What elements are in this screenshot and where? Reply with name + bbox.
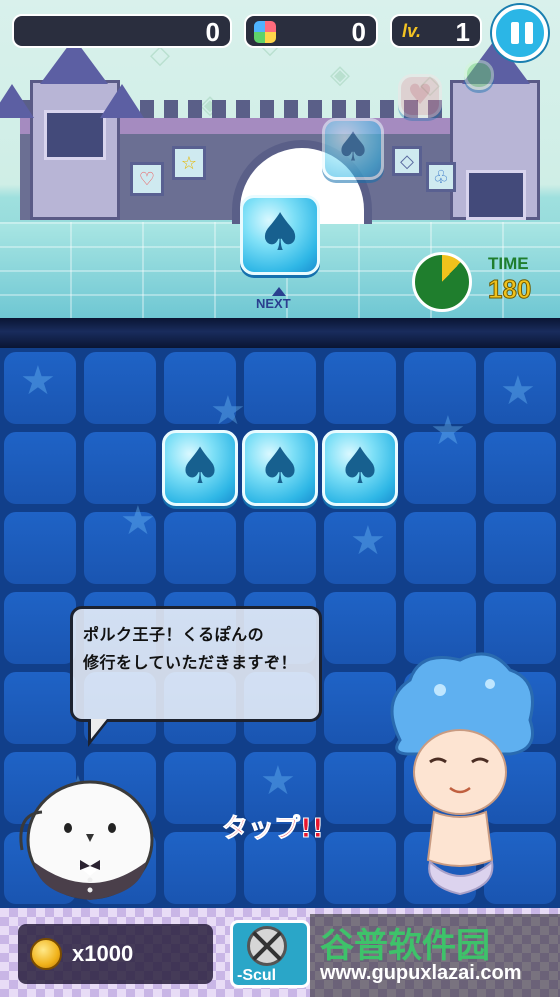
board-cell[interactable]	[84, 352, 156, 424]
star-deco: ★	[350, 518, 386, 564]
star-deco: ★	[20, 358, 56, 404]
prince-character	[390, 652, 534, 896]
speech-line: ポルク王子！くるぽんの	[83, 625, 265, 644]
time-value: 180	[487, 274, 532, 305]
skill-button[interactable]: -Scul	[230, 920, 310, 988]
level-label: lv.	[402, 21, 422, 41]
score-value: 0	[205, 17, 220, 47]
tap-prompt[interactable]: タップ!!	[222, 808, 325, 845]
board-cell[interactable]	[164, 512, 236, 584]
watermark: 谷普软件园 www.gupuxlazai.com	[310, 914, 560, 997]
star-deco: ★	[500, 368, 536, 414]
crossed-swords-icon	[247, 926, 287, 966]
board-cell[interactable]	[484, 432, 556, 504]
spade-icon: ♠	[257, 437, 303, 495]
board-cell[interactable]	[244, 512, 316, 584]
spade-gem-falling: ♠	[322, 118, 384, 180]
level-value: 1	[455, 17, 470, 47]
spade-gem[interactable]: ♠	[162, 430, 238, 506]
diamond-banner: ◇	[392, 146, 422, 176]
spade-icon: ♠	[177, 437, 223, 495]
small-roof	[0, 84, 34, 118]
skill-label: -Scul	[237, 967, 277, 984]
pause-button[interactable]	[492, 5, 548, 61]
board-cell[interactable]	[404, 512, 476, 584]
spade-icon: ♠	[256, 202, 304, 263]
right-tower-door	[466, 170, 526, 220]
club-banner: ♧	[426, 162, 456, 192]
clover-gem-ghost	[464, 60, 494, 90]
heart-gem-ghost: ♥	[398, 74, 442, 118]
time-label: TIME	[488, 254, 529, 273]
timer-pie-icon	[412, 252, 472, 312]
board-cell[interactable]	[4, 432, 76, 504]
spade-icon: ♠	[337, 437, 383, 495]
speech-bubble-tail-inner	[91, 719, 107, 739]
star-deco: ★	[210, 388, 246, 434]
spade-gem[interactable]: ♠	[322, 430, 398, 506]
board-cell[interactable]	[244, 352, 316, 424]
star-deco: ★	[260, 758, 296, 804]
board-cell[interactable]	[484, 512, 556, 584]
next-label: NEXT	[256, 296, 291, 311]
board-cell[interactable]	[84, 432, 156, 504]
small-roof	[100, 84, 144, 118]
board-cell[interactable]	[4, 512, 76, 584]
star-deco: ★	[120, 498, 156, 544]
level-panel: lv. 1	[390, 14, 482, 48]
coin-count: x1000	[72, 941, 134, 966]
coin-icon	[30, 938, 62, 970]
next-arrow-icon	[272, 287, 286, 296]
board-cell[interactable]	[4, 672, 76, 744]
star-banner: ☆	[172, 146, 206, 180]
heart-banner: ♡	[130, 162, 164, 196]
spade-gem[interactable]: ♠	[242, 430, 318, 506]
score-panel: 0	[12, 14, 232, 48]
board-cell[interactable]	[4, 592, 76, 664]
butler-bird-character	[19, 780, 154, 900]
castle-scene: ◇ ◇ ◈ ◇ ◈ ♡ ☆ ◇ ♧ ♥ ♠ ♠ NEXT TIME 180 0 …	[0, 0, 560, 318]
diamond-deco: ◈	[330, 60, 350, 90]
board-cell[interactable]	[324, 352, 396, 424]
next-piece-gem: ♠	[240, 195, 320, 275]
color-count-panel: 0	[244, 14, 378, 48]
pause-icon	[511, 22, 519, 44]
pause-icon	[525, 22, 533, 44]
color-count-value: 0	[351, 17, 366, 47]
speech-line: 修行をしていただきますぞ！	[83, 653, 298, 672]
color-blocks-icon	[254, 21, 276, 43]
watermark-url: www.gupuxlazai.com	[320, 962, 522, 984]
scene-divider	[0, 318, 560, 348]
star-deco: ★	[430, 408, 466, 454]
watermark-title: 谷普软件园	[320, 926, 490, 966]
left-tower-window	[44, 110, 106, 160]
coin-panel: x1000	[18, 924, 213, 984]
speech-bubble: ポルク王子！くるぽんの 修行をしていただきますぞ！	[70, 606, 322, 722]
